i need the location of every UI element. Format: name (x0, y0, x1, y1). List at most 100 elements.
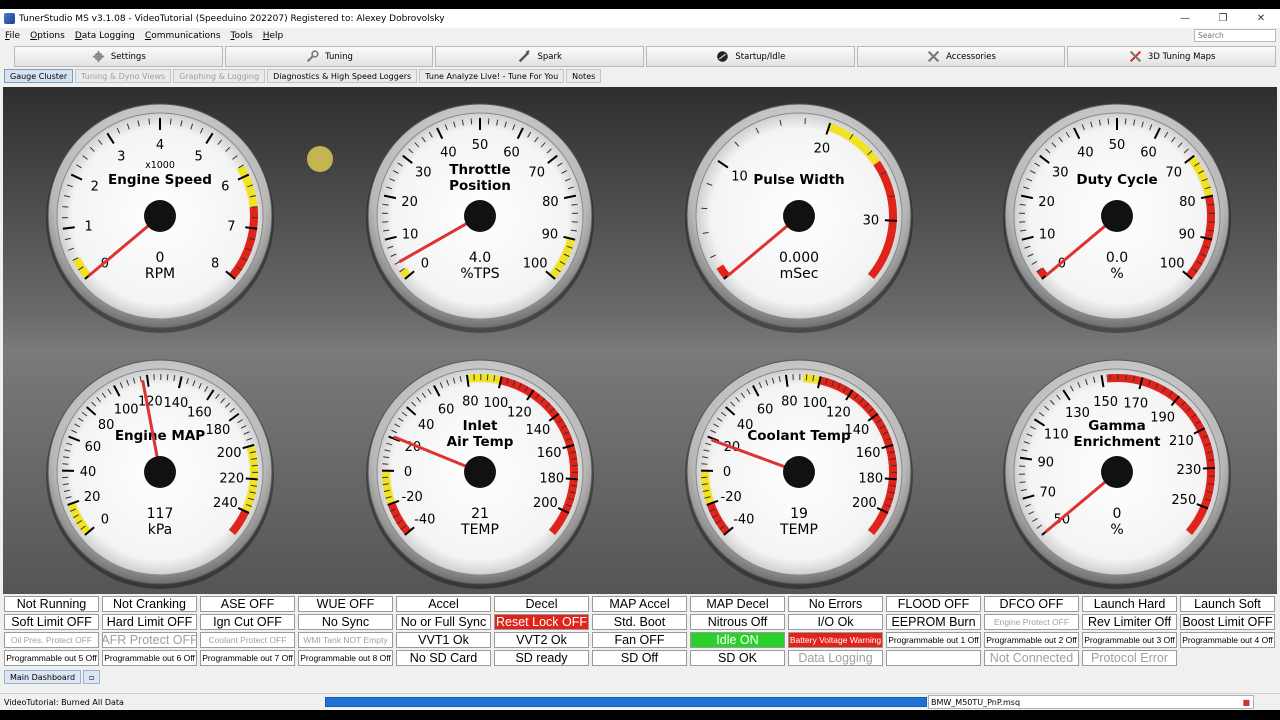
tick-label: 70 (1039, 486, 1056, 501)
warning-band (399, 267, 412, 279)
menu-help[interactable]: Help (258, 31, 289, 41)
gauge-cluster-canvas: 012345678Engine Speedx10000RPM0102030405… (46, 103, 1231, 589)
minimize-icon[interactable]: — (1166, 9, 1204, 28)
gauge-unit: TEMP (460, 522, 499, 538)
indicator-programmable-out-2-off: Programmable out 2 Off (984, 632, 1079, 648)
tab-main-dashboard[interactable]: Main Dashboard (4, 670, 82, 684)
gauge-value: 21 (471, 506, 489, 522)
tick-label: 90 (1037, 456, 1054, 471)
tab-tuning-dyno-views[interactable]: Tuning & Dyno Views (75, 69, 172, 83)
tick-label: 80 (1179, 195, 1196, 210)
duty-cycle-gauge: 0102030405060708090100Duty Cycle0.0% (1003, 103, 1231, 333)
indicator-rev-limiter-off: Rev Limiter Off (1082, 614, 1177, 630)
tick-label: 6 (221, 180, 229, 195)
spark-button[interactable]: Spark (435, 46, 645, 67)
gauge-multiplier: x1000 (145, 160, 175, 171)
danger-band (1036, 267, 1049, 279)
tick-label: 40 (440, 145, 457, 160)
tick-label: 60 (85, 440, 102, 455)
engine-map-gauge: 020 40 60 80100120 140160 180 200 220 240 Engine … (46, 359, 274, 589)
indicator-afr-protect-off: AFR Protect OFF (102, 632, 197, 648)
bottom-frame (0, 710, 1280, 720)
tick-label: 30 (415, 166, 432, 181)
tick-label: -20 (721, 490, 742, 505)
tick-label: 100 (114, 402, 139, 417)
inlet-air-temp-gauge: -40-20020406080 100120140160180200InletAi… (366, 359, 594, 589)
accessories-button[interactable]: Accessories (856, 46, 1066, 67)
tick-label: 240 (213, 496, 238, 511)
tick-label: 0 (723, 465, 731, 480)
dashboard-page-icon[interactable]: ▫ (83, 670, 101, 684)
indicator-no-errors: No Errors (788, 596, 883, 612)
tick-label: 160 (187, 406, 212, 421)
indicator-programmable-out-3-off: Programmable out 3 Off (1082, 632, 1177, 648)
indicator-not-running: Not Running (4, 596, 99, 612)
tick-label: 1 (84, 219, 92, 234)
gauge-unit: % (1110, 522, 1123, 538)
tab-graphing-logging[interactable]: Graphing & Logging (173, 69, 266, 83)
tick-label: 90 (542, 227, 559, 242)
minor-tick (382, 203, 389, 206)
indicator-wue-off: WUE OFF (298, 596, 393, 612)
gamma-enrichment-gauge: 507090110130150170190210230250GammaEnric… (1003, 359, 1231, 589)
tab-tune-analyze-live[interactable]: Tune Analyze Live! - Tune For You (419, 69, 565, 83)
menu-communications[interactable]: Communications (140, 31, 226, 41)
top-frame (0, 0, 1280, 9)
warning-band (802, 374, 821, 385)
tick-label: 10 (402, 227, 419, 242)
tick-label: 220 (219, 471, 244, 486)
maximize-icon[interactable]: ❐ (1204, 9, 1242, 28)
gauge-title-line2: Enrichment (1073, 434, 1161, 450)
gauge-unit: % (1110, 266, 1123, 282)
3d-tuning-maps-button[interactable]: 3D Tuning Maps (1067, 46, 1277, 67)
pulse-width-gauge: 10 20 30 Pulse Width 0.000mSec (685, 103, 913, 333)
menu-file[interactable]: File (0, 31, 25, 41)
search-input[interactable] (1194, 29, 1276, 42)
indicator-wmi-tank-not-empty: WMI Tank NOT Empty (298, 632, 393, 648)
minor-tick (1019, 203, 1026, 206)
indicator-i-o-ok: I/O Ok (788, 614, 883, 630)
indicator-reset-lock-off: Reset Lock OFF (494, 614, 589, 630)
tick-label: 200 (852, 496, 877, 511)
indicator-ign-cut-off: Ign Cut OFF (200, 614, 295, 630)
menu-options[interactable]: Options (25, 31, 70, 41)
tick-label: 40 (1077, 145, 1094, 160)
tick-label: 7 (227, 219, 235, 234)
tab-diagnostics[interactable]: Diagnostics & High Speed Loggers (267, 69, 418, 83)
indicator-programmable-out-5-off: Programmable out 5 Off (4, 650, 99, 666)
gauge-unit: RPM (145, 266, 175, 282)
tick-label: 20 (814, 142, 831, 157)
tick-label: 5 (195, 149, 203, 164)
menu-data-logging[interactable]: Data Logging (70, 31, 140, 41)
tick-label: 140 (525, 423, 550, 438)
close-icon[interactable]: ✕ (1242, 9, 1280, 28)
tick-label: 60 (438, 402, 455, 417)
tick-label: 30 (1052, 166, 1069, 181)
settings-button[interactable]: Settings (14, 46, 223, 67)
startup-idle-button[interactable]: Startup/Idle (646, 46, 855, 67)
indicator-idle-on: Idle ON (690, 632, 785, 648)
tick-label: 180 (205, 423, 230, 438)
settings-label: Settings (110, 51, 146, 62)
needle-hub (1101, 456, 1133, 488)
tick-label: -20 (402, 490, 423, 505)
tick-label: 160 (537, 446, 562, 461)
dashboard-tabs: Main Dashboard ▫ (4, 670, 101, 684)
tuning-button[interactable]: Tuning (224, 46, 434, 67)
indicator-flood-off: FLOOD OFF (886, 596, 981, 612)
indicator-vvt2-ok: VVT2 Ok (494, 632, 589, 648)
gauge-unit: kPa (148, 522, 173, 538)
menu-tools[interactable]: Tools (226, 31, 258, 41)
indicator-oil-pres-protect-off: Oil Pres. Protect OFF (4, 632, 99, 648)
tab-notes[interactable]: Notes (566, 69, 602, 83)
tick-label: 180 (858, 471, 883, 486)
tick-label: 10 (731, 169, 748, 184)
status-message: VideoTutorial: Burned All Data (4, 697, 124, 707)
minor-tick (1019, 481, 1026, 483)
indicator-soft-limit-off: Soft Limit OFF (4, 614, 99, 630)
tick-label: 40 (80, 465, 97, 480)
minor-tick (487, 118, 490, 125)
tab-gauge-cluster[interactable]: Gauge Cluster (4, 69, 74, 83)
minor-tick (62, 206, 69, 208)
minor-tick (382, 463, 389, 465)
